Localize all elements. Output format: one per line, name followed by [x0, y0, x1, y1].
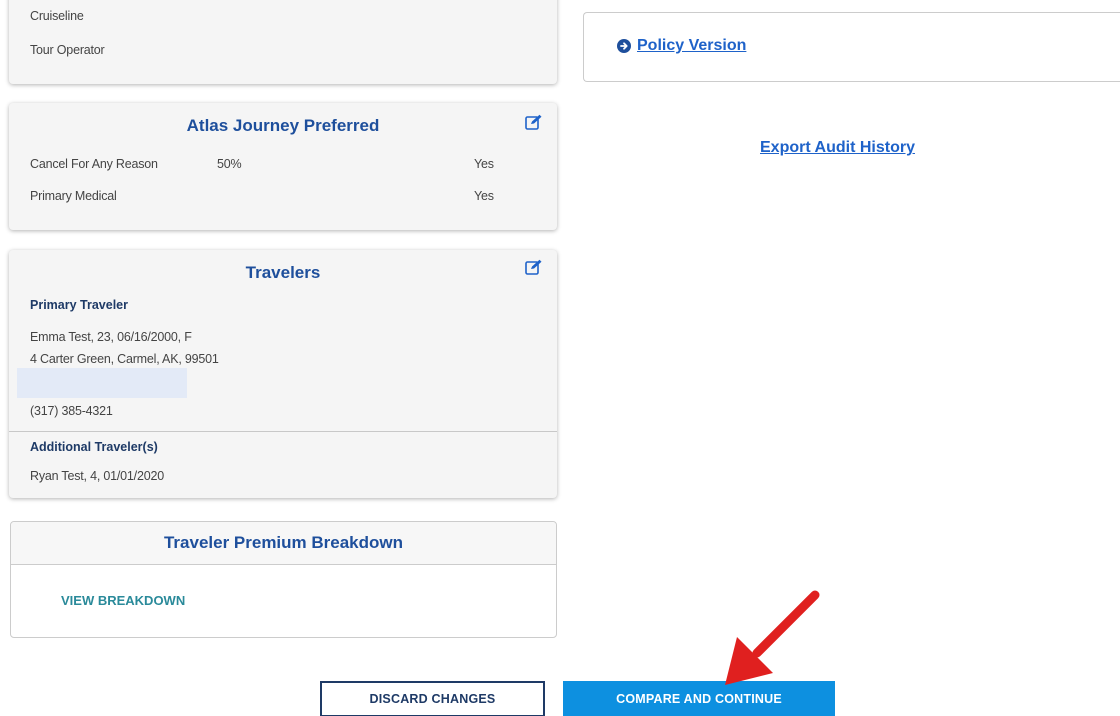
- coverage-row-value: 50%: [217, 157, 242, 171]
- primary-traveler-heading: Primary Traveler: [30, 298, 128, 312]
- traveler-divider: [9, 431, 557, 432]
- policy-version-link[interactable]: Policy Version: [617, 37, 746, 55]
- coverage-row-label: Cancel For Any Reason: [30, 157, 158, 171]
- edit-icon[interactable]: [525, 259, 543, 275]
- arrow-circle-right-icon: [617, 39, 631, 53]
- trip-row-cruiseline: Cruiseline: [30, 9, 84, 23]
- primary-traveler-details: Emma Test, 23, 06/16/2000, F: [30, 330, 192, 344]
- travelers-card-title: Travelers: [245, 263, 321, 282]
- additional-traveler-details: Ryan Test, 4, 01/01/2020: [30, 469, 164, 483]
- trip-row-tour-operator: Tour Operator: [30, 43, 105, 57]
- redacted-email: [17, 368, 187, 398]
- discard-changes-button[interactable]: DISCARD CHANGES: [320, 681, 545, 716]
- primary-traveler-phone: (317) 385-4321: [30, 404, 113, 418]
- travelers-card: Travelers Primary Traveler Emma Test, 23…: [9, 250, 557, 498]
- coverage-row-status: Yes: [474, 189, 494, 203]
- policy-version-card: Policy Version: [583, 12, 1120, 82]
- coverage-card-title: Atlas Journey Preferred: [186, 116, 380, 135]
- premium-breakdown-title: Traveler Premium Breakdown: [163, 533, 404, 552]
- view-breakdown-link[interactable]: VIEW BREAKDOWN: [61, 593, 185, 608]
- policy-version-label: Policy Version: [637, 37, 747, 54]
- premium-breakdown-card: Traveler Premium Breakdown VIEW BREAKDOW…: [10, 521, 557, 638]
- additional-travelers-heading: Additional Traveler(s): [30, 440, 158, 454]
- export-audit-history-link[interactable]: Export Audit History: [760, 139, 915, 157]
- coverage-card: Atlas Journey Preferred Cancel For Any R…: [9, 103, 557, 230]
- coverage-row-label: Primary Medical: [30, 189, 117, 203]
- edit-icon[interactable]: [525, 114, 543, 130]
- premium-breakdown-header: Traveler Premium Breakdown: [11, 522, 556, 565]
- red-arrow-annotation: [725, 590, 820, 685]
- coverage-row-status: Yes: [474, 157, 494, 171]
- trip-info-card: Cruiseline Tour Operator: [9, 0, 557, 84]
- primary-traveler-address: 4 Carter Green, Carmel, AK, 99501: [30, 352, 219, 366]
